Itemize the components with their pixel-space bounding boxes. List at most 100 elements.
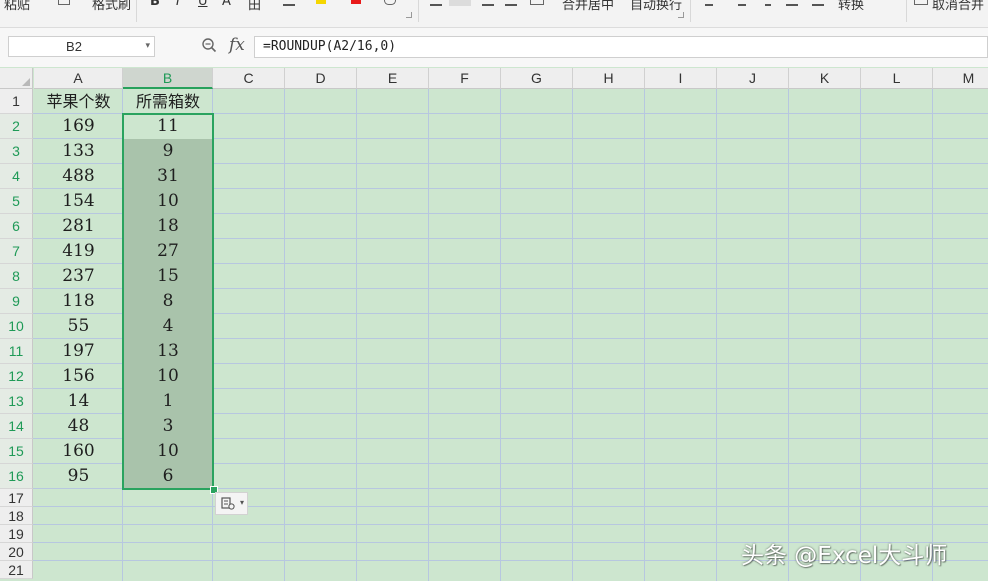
name-box-value: B2 — [66, 39, 82, 54]
spreadsheet-grid[interactable]: ABCDEFGHIJKLM 1 2 3 4 5 6 7 8 9 10 11 12 13 14 15 16 17 1… — [0, 68, 988, 581]
row-header-9[interactable]: 9 — [0, 289, 33, 314]
row-header-2[interactable]: 2 — [0, 114, 33, 139]
cell-b1[interactable]: 所需箱数 — [123, 89, 213, 114]
align-center-icon[interactable] — [449, 0, 471, 6]
column-header-m[interactable]: M — [933, 68, 988, 89]
cell-a10[interactable]: 55 — [34, 314, 123, 339]
row-header-12[interactable]: 12 — [0, 364, 33, 389]
row-header-19[interactable]: 19 — [0, 525, 33, 543]
number-format-icon[interactable] — [705, 0, 713, 6]
format-painter-button[interactable]: 格式刷 — [92, 0, 131, 13]
row-header-20[interactable]: 20 — [0, 543, 33, 561]
column-header-f[interactable]: F — [429, 68, 501, 89]
column-header-h[interactable]: H — [573, 68, 645, 89]
decrease-decimal-icon[interactable] — [812, 0, 824, 6]
font-color-icon[interactable] — [351, 0, 361, 4]
gridline-horizontal — [33, 506, 988, 507]
column-header-e[interactable]: E — [357, 68, 429, 89]
align-right-icon[interactable] — [482, 0, 494, 6]
fx-icon[interactable]: fx — [229, 35, 245, 55]
wrap-text-button[interactable]: 自动换行 — [630, 0, 682, 13]
row-header-4[interactable]: 4 — [0, 164, 33, 189]
formula-input[interactable]: =ROUNDUP(A2/16,0) — [254, 36, 988, 58]
cell-a6[interactable]: 281 — [34, 214, 123, 239]
justify-icon[interactable] — [505, 0, 517, 6]
merge-icon[interactable] — [530, 0, 544, 5]
cell-a4[interactable]: 488 — [34, 164, 123, 189]
copy-icon[interactable] — [58, 0, 70, 5]
row-header-1[interactable]: 1 — [0, 89, 33, 114]
row-header-5[interactable]: 5 — [0, 189, 33, 214]
select-all-corner[interactable] — [0, 68, 33, 89]
formula-bar: B2 ▾ fx =ROUNDUP(A2/16,0) — [0, 28, 988, 67]
toolbar-divider — [418, 0, 419, 22]
cell-a7[interactable]: 419 — [34, 239, 123, 264]
name-box[interactable]: B2 ▾ — [8, 36, 155, 57]
merge-center-button[interactable]: 合并居中 — [562, 0, 614, 13]
select-all-triangle-icon — [22, 78, 30, 86]
cell-a8[interactable]: 237 — [34, 264, 123, 289]
row-header-17[interactable]: 17 — [0, 489, 33, 507]
cell-a16[interactable]: 95 — [34, 464, 123, 489]
row-header-16[interactable]: 16 — [0, 464, 33, 489]
cell-a2[interactable]: 169 — [34, 114, 123, 139]
cell-a14[interactable]: 48 — [34, 414, 123, 439]
border-button[interactable]: 田 — [248, 0, 261, 13]
row-header-10[interactable]: 10 — [0, 314, 33, 339]
cell-a3[interactable]: 133 — [34, 139, 123, 164]
column-header-k[interactable]: K — [789, 68, 861, 89]
cell-a15[interactable]: 160 — [34, 439, 123, 464]
dropdown-arrow-icon: ▾ — [240, 498, 245, 507]
row-header-14[interactable]: 14 — [0, 414, 33, 439]
column-header-a[interactable]: A — [34, 68, 123, 89]
toolbar-divider — [690, 0, 691, 22]
row-header-7[interactable]: 7 — [0, 239, 33, 264]
row-header-11[interactable]: 11 — [0, 339, 33, 364]
column-header-d[interactable]: D — [285, 68, 357, 89]
cell-a13[interactable]: 14 — [34, 389, 123, 414]
row-header-6[interactable]: 6 — [0, 214, 33, 239]
strikethrough-button[interactable]: A — [222, 0, 231, 9]
column-header-g[interactable]: G — [501, 68, 573, 89]
unmerge-icon[interactable] — [914, 0, 928, 5]
decimal-icon[interactable] — [765, 0, 771, 6]
row-header-3[interactable]: 3 — [0, 139, 33, 164]
cell-a11[interactable]: 197 — [34, 339, 123, 364]
gridline-horizontal — [33, 524, 988, 525]
toolbar-divider — [136, 0, 137, 22]
column-header-b[interactable]: B — [123, 68, 213, 89]
row-header-18[interactable]: 18 — [0, 507, 33, 525]
paste-button[interactable]: 粘贴 — [4, 0, 30, 13]
paste-options-button[interactable]: ▾ — [215, 492, 248, 515]
align-group-launcher-icon[interactable] — [678, 12, 684, 18]
effects-icon[interactable] — [384, 0, 396, 5]
cell-a9[interactable]: 118 — [34, 289, 123, 314]
font-group-launcher-icon[interactable] — [406, 12, 412, 18]
zoom-icon[interactable] — [201, 37, 217, 53]
unmerge-button[interactable]: 取消合并 — [932, 0, 984, 13]
percent-icon[interactable] — [738, 0, 746, 6]
bold-button[interactable]: B — [150, 0, 160, 9]
fill-color-icon[interactable] — [316, 0, 326, 4]
column-header-c[interactable]: C — [213, 68, 285, 89]
cell-a12[interactable]: 156 — [34, 364, 123, 389]
underline-button[interactable]: U — [198, 0, 208, 9]
align-left-icon[interactable] — [430, 0, 442, 6]
column-header-j[interactable]: J — [717, 68, 789, 89]
clear-format-icon[interactable] — [283, 0, 295, 6]
row-header-8[interactable]: 8 — [0, 264, 33, 289]
cell-a1[interactable]: 苹果个数 — [34, 89, 123, 114]
column-header-l[interactable]: L — [861, 68, 933, 89]
increase-decimal-icon[interactable] — [786, 0, 798, 6]
row-header-13[interactable]: 13 — [0, 389, 33, 414]
row-header-15[interactable]: 15 — [0, 439, 33, 464]
toolbar-divider — [906, 0, 907, 22]
dropdown-arrow-icon[interactable]: ▾ — [145, 40, 150, 51]
convert-button[interactable]: 转换 — [838, 0, 864, 13]
ribbon-toolbar: 粘贴 格式刷 B I U A 田 合并居中 自动换行 转换 取消合并 — [0, 0, 988, 28]
italic-button[interactable]: I — [176, 0, 180, 9]
watermark: 头条 @Excel大斗师 — [741, 543, 948, 569]
cell-a5[interactable]: 154 — [34, 189, 123, 214]
column-header-i[interactable]: I — [645, 68, 717, 89]
row-header-21[interactable]: 21 — [0, 561, 33, 579]
